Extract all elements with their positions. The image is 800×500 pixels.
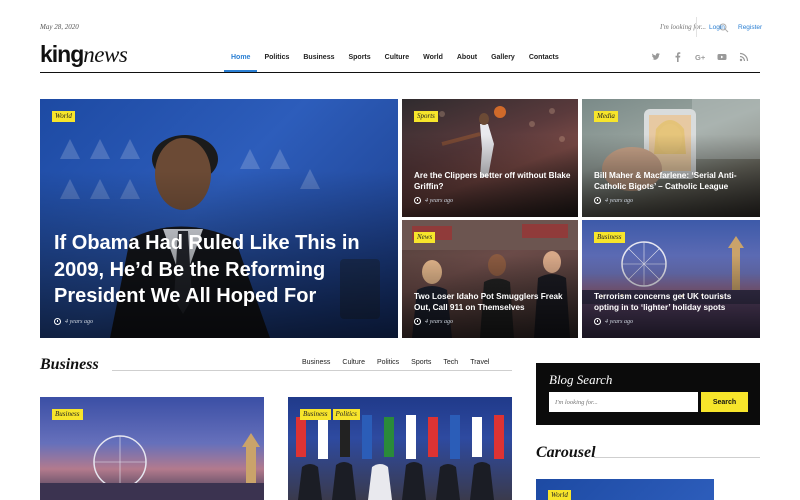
category-badge[interactable]: Business	[52, 409, 83, 420]
carousel-card[interactable]: World	[536, 479, 714, 500]
section-divider	[594, 457, 760, 458]
facebook-icon[interactable]	[673, 52, 683, 62]
header-search-input[interactable]	[612, 20, 712, 34]
category-badge[interactable]: Business	[594, 232, 625, 243]
clock-icon	[54, 318, 61, 325]
post-time-text: 4 years ago	[605, 318, 633, 325]
google-plus-icon[interactable]: G+	[695, 52, 706, 62]
youtube-icon[interactable]	[717, 52, 727, 62]
divider	[696, 17, 697, 37]
main-nav: Home Politics Business Sports Culture Wo…	[224, 48, 566, 72]
tab-culture[interactable]: Culture	[336, 358, 371, 368]
svg-text:G+: G+	[695, 53, 706, 62]
business-card[interactable]: Business Politics	[288, 397, 512, 500]
card-badges: Business Politics	[300, 409, 360, 420]
category-badge[interactable]: World	[52, 111, 75, 122]
post-time: 4 years ago	[414, 318, 453, 325]
nav-home[interactable]: Home	[224, 48, 258, 72]
category-badge[interactable]: News	[414, 232, 436, 243]
tile-title[interactable]: Bill Maher & Macfarlene: ‘Serial Anti-Ca…	[594, 170, 754, 192]
post-time-text: 4 years ago	[605, 197, 633, 204]
current-date: May 28, 2020	[40, 23, 79, 31]
register-link[interactable]: Register	[738, 24, 762, 31]
section-title-business: Business	[40, 356, 99, 373]
tile-title[interactable]: Two Loser Idaho Pot Smugglers Freak Out,…	[414, 291, 574, 313]
login-link[interactable]: Login	[709, 24, 725, 31]
hero-tile-news[interactable]: News Two Loser Idaho Pot Smugglers Freak…	[402, 220, 578, 338]
tab-sports[interactable]: Sports	[405, 358, 437, 368]
tab-politics[interactable]: Politics	[371, 358, 405, 368]
site-logo[interactable]: kingnews	[40, 41, 128, 68]
blog-search-title: Blog Search	[549, 372, 613, 387]
category-badge[interactable]: Business	[300, 409, 331, 420]
hero-tile-business[interactable]: Business Terrorism concerns get UK touri…	[582, 220, 760, 338]
nav-business[interactable]: Business	[296, 48, 341, 72]
nav-culture[interactable]: Culture	[378, 48, 417, 72]
hero-main-story[interactable]: World If Obama Had Ruled Like This in 20…	[40, 99, 398, 338]
blog-search-button[interactable]: Search	[701, 392, 748, 412]
post-time-text: 4 years ago	[65, 318, 93, 325]
category-badge[interactable]: Sports	[414, 111, 438, 122]
social-links: G+	[651, 52, 749, 62]
blog-search-input[interactable]	[549, 392, 698, 412]
post-time: 4 years ago	[54, 318, 93, 325]
hero-tile-sports[interactable]: Sports Are the Clippers better off witho…	[402, 99, 578, 217]
category-badge[interactable]: Media	[594, 111, 618, 122]
nav-about[interactable]: About	[450, 48, 484, 72]
hero-main-title[interactable]: If Obama Had Ruled Like This in 2009, He…	[54, 230, 394, 310]
card-badges: Business	[52, 409, 83, 420]
clock-icon	[414, 318, 421, 325]
post-time: 4 years ago	[594, 318, 633, 325]
nav-sports[interactable]: Sports	[341, 48, 377, 72]
hero-tile-media[interactable]: Media Bill Maher & Macfarlene: ‘Serial A…	[582, 99, 760, 217]
clock-icon	[414, 197, 421, 204]
category-badge[interactable]: World	[548, 490, 571, 500]
section-title-carousel: Carousel	[536, 444, 596, 461]
clock-icon	[594, 318, 601, 325]
post-time: 4 years ago	[594, 197, 633, 204]
business-category-tabs: Business Culture Politics Sports Tech Tr…	[290, 358, 496, 368]
nav-gallery[interactable]: Gallery	[484, 48, 522, 72]
post-time: 4 years ago	[414, 197, 453, 204]
tile-title[interactable]: Terrorism concerns get UK tourists optin…	[594, 291, 754, 313]
nav-world[interactable]: World	[416, 48, 450, 72]
business-card[interactable]: Business	[40, 397, 264, 500]
nav-politics[interactable]: Politics	[257, 48, 296, 72]
post-time-text: 4 years ago	[425, 318, 453, 325]
tab-tech[interactable]: Tech	[437, 358, 464, 368]
blog-search-widget: Blog Search Search	[536, 363, 760, 425]
twitter-icon[interactable]	[651, 52, 661, 62]
category-badge[interactable]: Politics	[332, 409, 360, 420]
logo-italic: news	[83, 42, 128, 67]
top-bar: May 28, 2020 Login Register	[40, 14, 762, 40]
rss-icon[interactable]	[739, 52, 749, 62]
logo-bold: king	[40, 41, 84, 67]
tab-business[interactable]: Business	[296, 358, 336, 368]
tab-travel[interactable]: Travel	[464, 358, 495, 368]
clock-icon	[594, 197, 601, 204]
header-divider	[40, 72, 760, 73]
tile-title[interactable]: Are the Clippers better off without Blak…	[414, 170, 574, 192]
section-divider	[112, 370, 512, 371]
nav-contacts[interactable]: Contacts	[522, 48, 566, 72]
post-time-text: 4 years ago	[425, 197, 453, 204]
